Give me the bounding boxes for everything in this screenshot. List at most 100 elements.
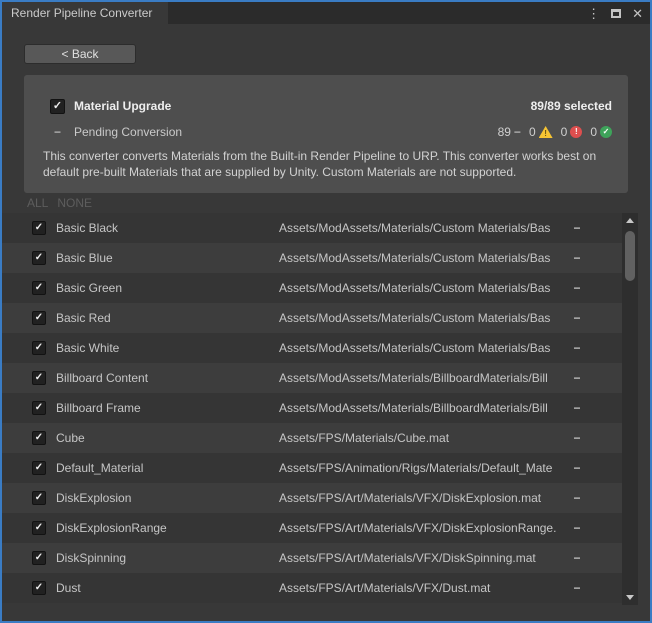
converter-description: This converter converts Materials from t… bbox=[43, 148, 615, 180]
success-count-value: 0 bbox=[590, 125, 597, 139]
success-count: 0 ✓ bbox=[590, 125, 612, 139]
render-pipeline-converter-window: Render Pipeline Converter ⋮ ✕ < Back ✓ M… bbox=[0, 0, 652, 623]
material-row[interactable]: ✓ Basic Black Assets/ModAssets/Materials… bbox=[2, 213, 622, 243]
row-item-label: Basic White bbox=[56, 333, 119, 363]
tab-render-pipeline-converter[interactable]: Render Pipeline Converter bbox=[2, 2, 168, 24]
pending-conversion-label: Pending Conversion bbox=[74, 125, 182, 139]
row-checkbox[interactable]: ✓ bbox=[32, 251, 46, 265]
warning-icon: ! bbox=[539, 126, 553, 138]
row-status-dash-icon: − bbox=[570, 393, 584, 423]
titlebar: Render Pipeline Converter ⋮ ✕ bbox=[2, 2, 650, 24]
row-item-label: Basic Red bbox=[56, 303, 111, 333]
material-row[interactable]: ✓ DiskExplosion Assets/FPS/Art/Materials… bbox=[2, 483, 622, 513]
pending-conversion-row: − Pending Conversion 89 − 0 ! 0 ! 0 ✓ bbox=[50, 124, 612, 140]
row-item-label: Basic Blue bbox=[56, 243, 113, 273]
pending-count-dash-icon: − bbox=[514, 125, 521, 139]
error-icon: ! bbox=[570, 126, 582, 138]
row-item-path: Assets/ModAssets/Materials/BillboardMate… bbox=[279, 393, 567, 423]
back-button[interactable]: < Back bbox=[24, 44, 136, 64]
pending-count-value: 89 bbox=[498, 125, 511, 139]
row-checkbox[interactable]: ✓ bbox=[32, 551, 46, 565]
row-checkbox[interactable]: ✓ bbox=[32, 521, 46, 535]
row-status-dash-icon: − bbox=[570, 243, 584, 273]
row-checkbox[interactable]: ✓ bbox=[32, 311, 46, 325]
material-row[interactable]: ✓ Basic White Assets/ModAssets/Materials… bbox=[2, 333, 622, 363]
window-title: Render Pipeline Converter bbox=[11, 6, 152, 20]
pending-count: 89 − bbox=[498, 125, 521, 139]
row-item-path: Assets/FPS/Art/Materials/VFX/Dust.mat bbox=[279, 573, 567, 603]
titlebar-icons: ⋮ ✕ bbox=[587, 2, 643, 24]
row-checkbox[interactable]: ✓ bbox=[32, 581, 46, 595]
error-count-value: 0 bbox=[561, 125, 568, 139]
row-status-dash-icon: − bbox=[570, 423, 584, 453]
material-row[interactable]: ✓ Basic Green Assets/ModAssets/Materials… bbox=[2, 273, 622, 303]
row-item-label: Cube bbox=[56, 423, 85, 453]
material-row[interactable]: ✓ DiskSpinning Assets/FPS/Art/Materials/… bbox=[2, 543, 622, 573]
row-checkbox[interactable]: ✓ bbox=[32, 401, 46, 415]
row-item-label: DiskExplosionRange bbox=[56, 513, 167, 543]
material-row[interactable]: ✓ Cube Assets/FPS/Materials/Cube.mat − bbox=[2, 423, 622, 453]
row-status-dash-icon: − bbox=[570, 513, 584, 543]
pending-dash-icon: − bbox=[50, 125, 65, 139]
row-item-path: Assets/FPS/Art/Materials/VFX/DiskExplosi… bbox=[279, 513, 567, 543]
material-row[interactable]: ✓ Billboard Frame Assets/ModAssets/Mater… bbox=[2, 393, 622, 423]
row-checkbox[interactable]: ✓ bbox=[32, 461, 46, 475]
material-row[interactable]: ✓ Basic Blue Assets/ModAssets/Materials/… bbox=[2, 243, 622, 273]
maximize-icon[interactable] bbox=[611, 9, 621, 18]
row-status-dash-icon: − bbox=[570, 543, 584, 573]
row-item-label: Basic Black bbox=[56, 213, 118, 243]
row-item-path: Assets/ModAssets/Materials/BillboardMate… bbox=[279, 363, 567, 393]
material-row[interactable]: ✓ Default_Material Assets/FPS/Animation/… bbox=[2, 453, 622, 483]
row-status-dash-icon: − bbox=[570, 213, 584, 243]
maximize-glyph bbox=[611, 9, 621, 18]
row-checkbox[interactable]: ✓ bbox=[32, 491, 46, 505]
row-item-path: Assets/ModAssets/Materials/Custom Materi… bbox=[279, 303, 567, 333]
selection-links: ALL NONE bbox=[27, 196, 92, 210]
row-status-dash-icon: − bbox=[570, 483, 584, 513]
material-row[interactable]: ✓ Billboard Content Assets/ModAssets/Mat… bbox=[2, 363, 622, 393]
row-item-path: Assets/ModAssets/Materials/Custom Materi… bbox=[279, 213, 567, 243]
row-checkbox[interactable]: ✓ bbox=[32, 221, 46, 235]
material-row[interactable]: ✓ Dust Assets/FPS/Art/Materials/VFX/Dust… bbox=[2, 573, 622, 603]
row-item-label: Billboard Frame bbox=[56, 393, 141, 423]
converter-title: Material Upgrade bbox=[74, 99, 171, 113]
material-row[interactable]: ✓ DiskExplosionRange Assets/FPS/Art/Mate… bbox=[2, 513, 622, 543]
warning-count-value: 0 bbox=[529, 125, 536, 139]
scrollbar-thumb[interactable] bbox=[625, 231, 635, 281]
scroll-down-arrow-icon[interactable] bbox=[626, 595, 634, 600]
material-row[interactable]: ✓ Basic Red Assets/ModAssets/Materials/C… bbox=[2, 303, 622, 333]
warning-count: 0 ! bbox=[529, 125, 553, 139]
row-item-label: Dust bbox=[56, 573, 81, 603]
row-item-label: DiskSpinning bbox=[56, 543, 126, 573]
row-item-path: Assets/FPS/Art/Materials/VFX/DiskExplosi… bbox=[279, 483, 567, 513]
row-item-path: Assets/FPS/Art/Materials/VFX/DiskSpinnin… bbox=[279, 543, 567, 573]
row-checkbox[interactable]: ✓ bbox=[32, 281, 46, 295]
row-checkbox[interactable]: ✓ bbox=[32, 431, 46, 445]
converter-panel: ✓ Material Upgrade 89/89 selected − Pend… bbox=[24, 75, 628, 193]
row-item-path: Assets/FPS/Animation/Rigs/Materials/Defa… bbox=[279, 453, 567, 483]
row-status-dash-icon: − bbox=[570, 273, 584, 303]
row-status-dash-icon: − bbox=[570, 363, 584, 393]
row-status-dash-icon: − bbox=[570, 303, 584, 333]
row-item-label: Basic Green bbox=[56, 273, 122, 303]
row-checkbox[interactable]: ✓ bbox=[32, 341, 46, 355]
row-status-dash-icon: − bbox=[570, 453, 584, 483]
scroll-up-arrow-icon[interactable] bbox=[626, 218, 634, 223]
list-scrollbar[interactable] bbox=[622, 213, 638, 605]
row-status-dash-icon: − bbox=[570, 333, 584, 363]
row-checkbox[interactable]: ✓ bbox=[32, 371, 46, 385]
row-item-label: Default_Material bbox=[56, 453, 143, 483]
select-all-button[interactable]: ALL bbox=[27, 196, 48, 210]
row-item-label: DiskExplosion bbox=[56, 483, 131, 513]
materials-list: ✓ Basic Black Assets/ModAssets/Materials… bbox=[2, 213, 622, 603]
material-upgrade-checkbox[interactable]: ✓ bbox=[50, 99, 65, 114]
select-none-button[interactable]: NONE bbox=[57, 196, 92, 210]
kebab-menu-icon[interactable]: ⋮ bbox=[587, 7, 600, 20]
selected-count-label: 89/89 selected bbox=[531, 99, 612, 113]
row-item-path: Assets/FPS/Materials/Cube.mat bbox=[279, 423, 567, 453]
row-item-path: Assets/ModAssets/Materials/Custom Materi… bbox=[279, 243, 567, 273]
row-item-path: Assets/ModAssets/Materials/Custom Materi… bbox=[279, 273, 567, 303]
row-item-label: Billboard Content bbox=[56, 363, 148, 393]
success-icon: ✓ bbox=[600, 126, 612, 138]
close-icon[interactable]: ✕ bbox=[632, 7, 643, 20]
